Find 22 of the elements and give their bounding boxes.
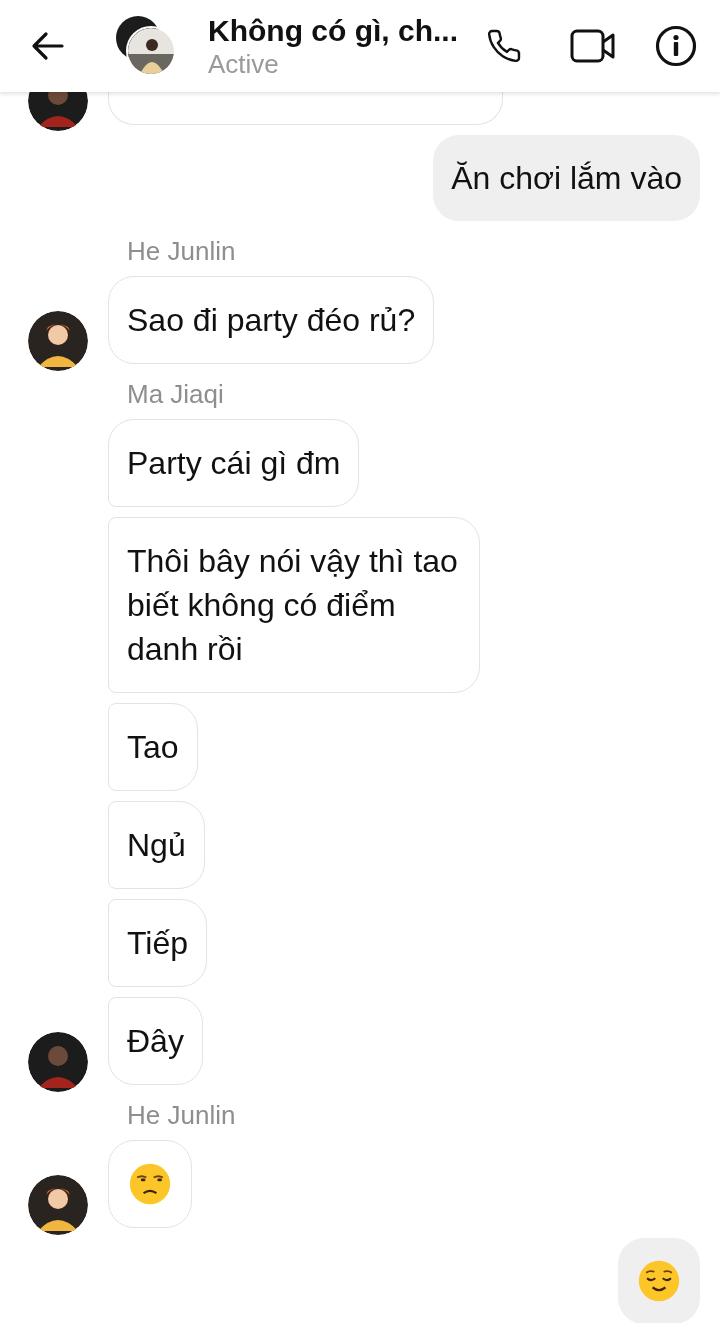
message-bubble: Sao đi party đéo rủ? <box>108 276 435 364</box>
sender-name: He Junlin <box>126 236 237 266</box>
info-button[interactable] <box>654 24 698 68</box>
message-bubble: Thôi bây nói vậy thì tao biết không có điểm danh rồi <box>108 517 480 693</box>
message-bubble: Ngủ <box>108 801 205 889</box>
group-avatar[interactable] <box>116 16 176 76</box>
sender-name: He Junlin <box>126 1100 237 1130</box>
message-bubble: Tao <box>108 703 198 791</box>
info-icon <box>655 25 697 67</box>
message-bubble: Ăn chơi lắm vào <box>433 135 700 221</box>
message-bubble: Tiếp <box>108 899 208 987</box>
sender-name: Ma Jiaqi <box>126 379 225 409</box>
message-bubble: Party cái gì đm <box>108 419 360 507</box>
avatar <box>128 28 174 74</box>
unamused-face-icon <box>128 1162 172 1206</box>
smiling-face-icon <box>637 1259 681 1303</box>
phone-icon <box>486 27 522 65</box>
back-arrow-icon <box>30 31 64 61</box>
video-camera-icon <box>570 28 616 64</box>
active-status: Active <box>208 49 280 79</box>
chat-title: Không có gì, ch... <box>208 13 459 49</box>
message-bubble: Đây <box>108 997 203 1085</box>
